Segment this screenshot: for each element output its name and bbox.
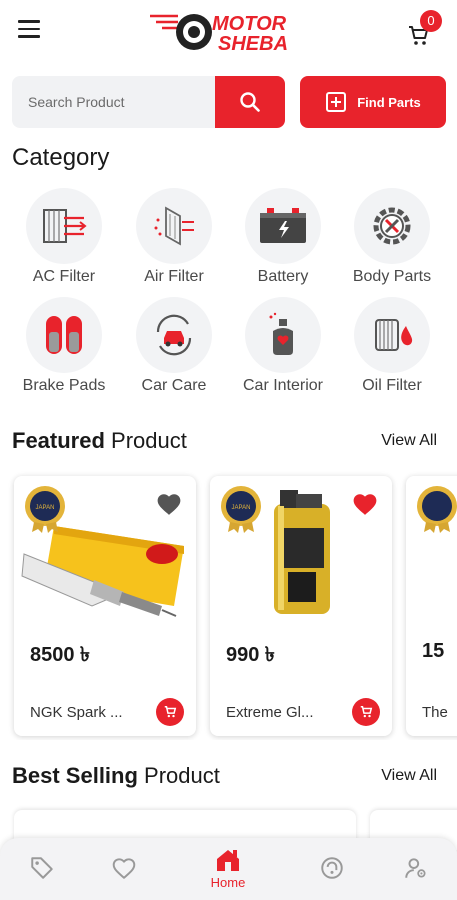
featured-view-all-link[interactable]: View All [381, 432, 437, 450]
menu-icon[interactable] [18, 20, 44, 42]
product-price: 15 [422, 640, 445, 662]
category-label: Body Parts [352, 268, 432, 285]
best-selling-view-all-link[interactable]: View All [381, 767, 437, 785]
category-label: Air Filter [144, 268, 204, 285]
original-seal-icon: JAPAN [218, 484, 264, 539]
category-battery[interactable]: Battery [229, 188, 337, 286]
product-card[interactable]: 15 The [406, 476, 457, 736]
heart-icon [112, 858, 136, 880]
ac-filter-icon [26, 188, 102, 264]
product-name: NGK Spark ... [30, 704, 123, 721]
category-air-filter[interactable]: Air Filter [120, 188, 228, 286]
cart-icon [360, 705, 373, 718]
category-label: Oil Filter [362, 377, 422, 394]
category-title: Category [12, 144, 110, 171]
category-label: Car Interior [242, 377, 324, 394]
nav-home-label: Home [210, 874, 246, 890]
favorite-heart-icon[interactable] [156, 492, 182, 516]
best-selling-header: Best Selling Product View All [12, 763, 437, 793]
best-selling-title: Best Selling Product [12, 763, 220, 788]
featured-title: Featured Product [12, 428, 187, 453]
oil-filter-icon [354, 297, 430, 373]
featured-product-list[interactable]: JAPAN 8500 ৳ NGK Spark ... JAPAN 990 ৳ E… [0, 470, 457, 740]
search-bar [12, 76, 285, 128]
category-car-interior[interactable]: Car Interior [229, 297, 337, 395]
category-label: Car Care [141, 377, 207, 394]
product-card[interactable]: JAPAN 990 ৳ Extreme Gl... [210, 476, 392, 736]
cart-count-badge: 0 [420, 10, 442, 32]
battery-icon [245, 188, 321, 264]
svg-text:JAPAN: JAPAN [232, 505, 251, 511]
tag-icon [31, 857, 53, 879]
search-icon [240, 92, 260, 112]
original-seal-icon: JAPAN [22, 484, 68, 539]
home-icon [217, 849, 239, 871]
category-label: Battery [257, 268, 309, 285]
cart-icon [164, 705, 177, 718]
original-seal-icon [414, 484, 457, 539]
category-label: AC Filter [32, 268, 96, 285]
nav-account[interactable] [386, 838, 446, 898]
user-settings-icon [405, 858, 426, 878]
add-to-cart-button[interactable] [156, 698, 184, 726]
cart-button[interactable]: 0 [406, 10, 446, 52]
product-name: The [422, 704, 448, 721]
search-button[interactable] [215, 76, 285, 128]
svg-text:JAPAN: JAPAN [36, 505, 55, 511]
support-icon [321, 857, 343, 879]
product-card[interactable]: JAPAN 8500 ৳ NGK Spark ... [14, 476, 196, 736]
product-name: Extreme Gl... [226, 704, 314, 721]
add-box-icon [326, 92, 347, 112]
car-interior-icon [245, 297, 321, 373]
favorite-heart-icon[interactable] [352, 492, 378, 516]
app-header: MOTOR SHEBA 0 [0, 0, 457, 66]
category-ac-filter[interactable]: AC Filter [10, 188, 118, 286]
motor-sheba-logo: MOTOR SHEBA [148, 8, 313, 55]
svg-text:MOTOR: MOTOR [212, 13, 287, 35]
nav-home[interactable]: Home [198, 838, 258, 898]
category-oil-filter[interactable]: Oil Filter [338, 297, 446, 395]
find-parts-label: Find Parts [357, 94, 421, 110]
search-input[interactable] [12, 76, 215, 128]
featured-header: Featured Product View All [12, 428, 437, 458]
category-brake-pads[interactable]: Brake Pads [10, 297, 118, 395]
bottom-navigation: Home [0, 838, 457, 900]
svg-text:SHEBA: SHEBA [218, 33, 288, 54]
product-price: 8500 ৳ [30, 644, 91, 666]
brake-pads-icon [26, 297, 102, 373]
add-to-cart-button[interactable] [352, 698, 380, 726]
find-parts-button[interactable]: Find Parts [300, 76, 446, 128]
nav-wishlist[interactable] [94, 838, 154, 898]
product-price: 990 ৳ [226, 644, 275, 666]
category-car-care[interactable]: Car Care [120, 297, 228, 395]
category-label: Brake Pads [22, 377, 106, 394]
car-care-icon [136, 297, 212, 373]
nav-offers[interactable] [12, 838, 72, 898]
nav-support[interactable] [302, 838, 362, 898]
body-parts-icon [354, 188, 430, 264]
air-filter-icon [136, 188, 212, 264]
category-body-parts[interactable]: Body Parts [338, 188, 446, 286]
